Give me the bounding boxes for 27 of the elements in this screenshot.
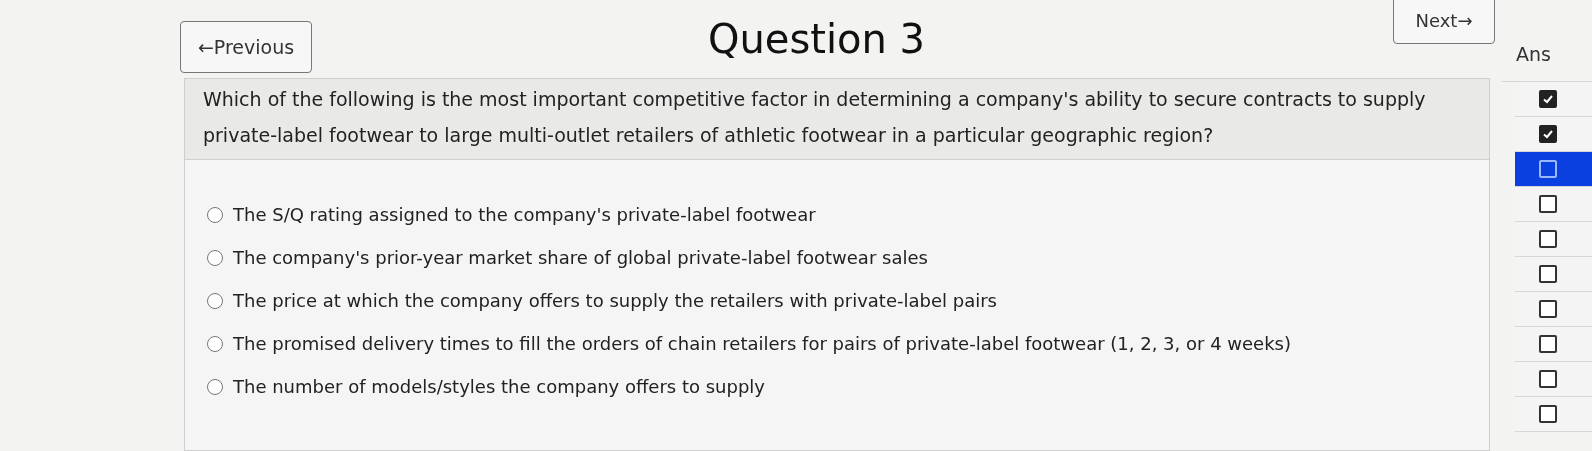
option-label: The price at which the company offers to supply the retailers with private-label pairs — [233, 290, 997, 312]
checkbox[interactable] — [1539, 300, 1557, 318]
checkbox[interactable] — [1539, 230, 1557, 248]
option-label: The company's prior-year market share of global private-label footwear sales — [233, 247, 928, 269]
option-label: The promised delivery times to fill the orders of chain retailers for pairs of private-label footwear (1, 2, 3, or 4 weeks) — [233, 333, 1291, 355]
answers-heading: Ans — [1516, 43, 1552, 65]
checkbox[interactable] — [1539, 265, 1557, 283]
radio-button[interactable] — [207, 206, 223, 223]
checkbox[interactable] — [1539, 195, 1557, 213]
previous-button[interactable]: ←Previous — [180, 21, 312, 73]
radio-button[interactable] — [207, 378, 223, 395]
next-button[interactable]: Next→ — [1393, 0, 1495, 44]
checkbox[interactable] — [1539, 370, 1557, 388]
checkbox[interactable] — [1539, 335, 1557, 353]
option-label: The S/Q rating assigned to the company's private-label footwear — [233, 204, 816, 226]
checkbox[interactable] — [1539, 90, 1557, 108]
check-icon — [1542, 128, 1554, 140]
radio-button[interactable] — [207, 249, 223, 266]
checkbox[interactable] — [1539, 125, 1557, 143]
radio-button[interactable] — [207, 292, 223, 309]
checkbox[interactable] — [1539, 405, 1557, 423]
question-title: Question 3 — [708, 16, 926, 62]
radio-button[interactable] — [207, 335, 223, 352]
checkbox[interactable] — [1539, 160, 1557, 178]
question-text: Which of the following is the most important competitive factor in determining a company's ability to secure contracts to supply private-label footwear to large multi-outlet retailers of athletic footwear in a particular geographic region? — [185, 79, 1489, 161]
option-label: The number of models/styles the company offers to supply — [233, 376, 765, 398]
check-icon — [1542, 93, 1554, 105]
